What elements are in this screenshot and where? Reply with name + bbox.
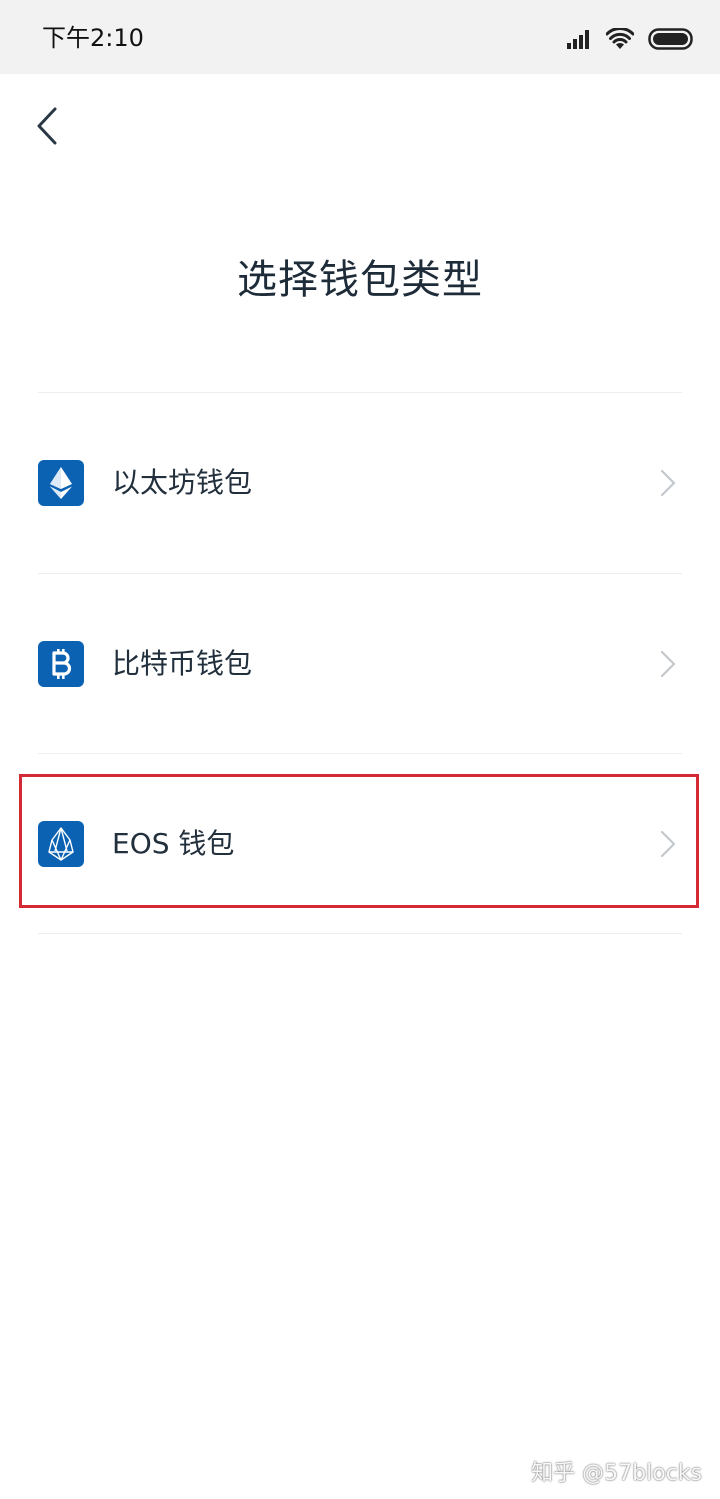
status-icons <box>566 24 694 54</box>
wallet-label: 以太坊钱包 <box>112 466 253 499</box>
bitcoin-icon <box>38 641 84 687</box>
divider <box>38 392 682 393</box>
wallet-item-bitcoin[interactable]: 比特币钱包 <box>0 575 720 753</box>
chevron-right-icon <box>660 650 676 678</box>
wifi-icon <box>606 28 634 49</box>
signal-icon <box>567 30 589 49</box>
divider <box>38 753 682 754</box>
wallet-item-ethereum[interactable]: 以太坊钱包 <box>0 394 720 572</box>
wallet-item-eos[interactable]: EOS 钱包 <box>0 755 720 933</box>
status-time: 下午2:10 <box>42 24 144 52</box>
back-arrow-icon <box>37 107 57 145</box>
ethereum-icon <box>38 460 84 506</box>
back-button[interactable] <box>22 100 72 152</box>
chevron-right-icon <box>660 830 676 858</box>
divider <box>38 933 682 934</box>
battery-icon <box>648 28 693 50</box>
chevron-right-icon <box>660 469 676 497</box>
page-title: 选择钱包类型 <box>237 257 483 303</box>
divider <box>38 573 682 574</box>
watermark: 知乎 @57blocks <box>531 1461 702 1486</box>
wallet-label: 比特币钱包 <box>112 647 253 680</box>
wallet-label: EOS 钱包 <box>112 827 235 860</box>
status-bar: 下午2:10 <box>0 0 720 74</box>
eos-icon <box>38 821 84 867</box>
